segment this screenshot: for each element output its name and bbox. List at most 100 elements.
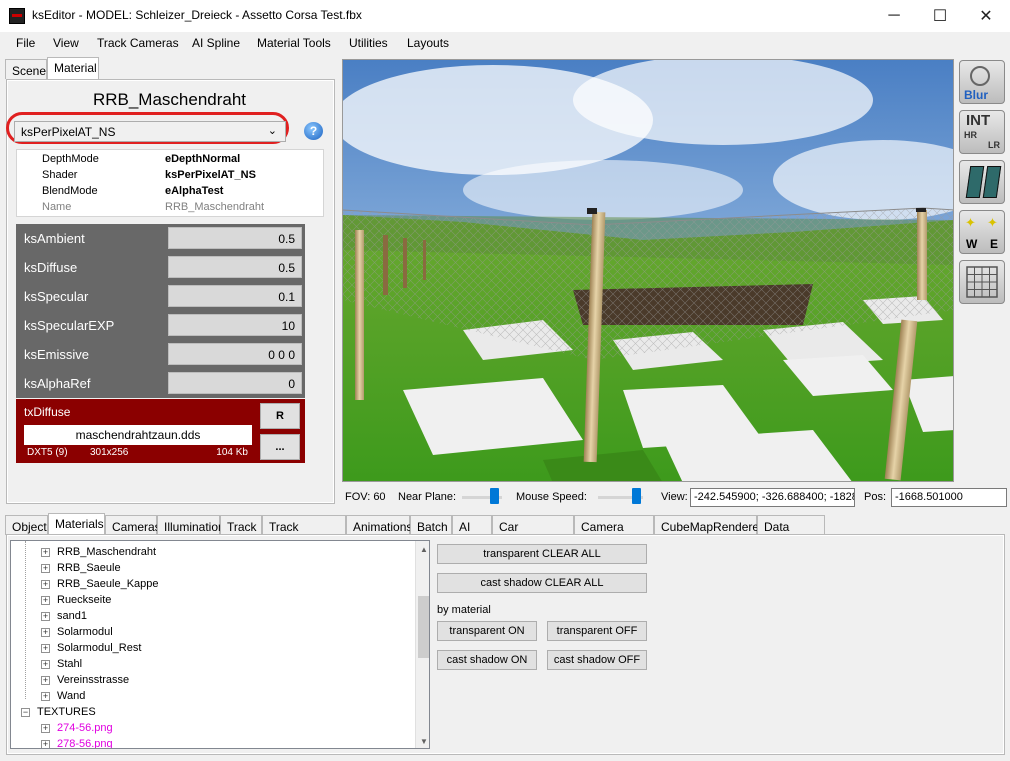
help-icon[interactable]: ? [304, 122, 323, 140]
tab-ai[interactable]: AI [452, 515, 492, 535]
expand-icon[interactable]: + [41, 596, 50, 605]
cast-shadow-on-button[interactable]: cast shadow ON [437, 650, 537, 670]
expand-icon[interactable]: + [41, 628, 50, 637]
texture-file-field[interactable]: maschendrahtzaun.dds [24, 425, 252, 445]
expand-icon[interactable]: + [41, 612, 50, 621]
tab-camera-spline[interactable]: Camera Spline [574, 515, 654, 548]
tab-data-scripts[interactable]: Data Scripts [757, 515, 825, 548]
scroll-down-icon[interactable]: ▼ [420, 737, 428, 746]
cast-shadow-clear-all-button[interactable]: cast shadow CLEAR ALL [437, 573, 647, 593]
property-value[interactable]: eAlphaTest [165, 185, 223, 197]
tab-cameras[interactable]: Cameras [105, 515, 161, 535]
scroll-up-icon[interactable]: ▲ [420, 545, 428, 554]
property-value[interactable]: ksPerPixelAT_NS [165, 169, 256, 181]
menu-view[interactable]: View [53, 36, 79, 50]
tab-track-cameras[interactable]: Track Cameras [262, 515, 346, 548]
expand-icon[interactable]: + [41, 644, 50, 653]
3d-viewport[interactable] [342, 59, 954, 482]
property-row: Shader ksPerPixelAT_NS [17, 168, 323, 184]
lights-toggle-button[interactable]: ✦ ✦ W E [959, 210, 1005, 254]
expand-icon[interactable]: + [41, 660, 50, 669]
menu-material-tools[interactable]: Material Tools [257, 36, 331, 50]
param-label: ksSpecular [24, 289, 89, 304]
menu-ai-spline[interactable]: AI Spline [192, 36, 240, 50]
tab-car-animations[interactable]: Car Animations [492, 515, 574, 548]
tab-cubemaprenderer[interactable]: CubeMapRenderer [654, 515, 763, 535]
tree-item-label: RRB_Saeule [57, 562, 121, 574]
tree-group-label: TEXTURES [37, 706, 96, 718]
expand-icon[interactable]: + [41, 564, 50, 573]
expand-icon[interactable]: + [41, 740, 50, 748]
tab-track[interactable]: Track [220, 515, 262, 535]
property-value[interactable]: eDepthNormal [165, 153, 240, 165]
param-value-input[interactable]: 0.5 [168, 227, 302, 249]
tab-object[interactable]: Object [5, 515, 48, 535]
tab-batch[interactable]: Batch [410, 515, 452, 535]
scroll-thumb[interactable] [418, 596, 429, 658]
minimize-button[interactable]: ─ [871, 0, 917, 31]
close-button[interactable]: ✕ [963, 0, 1009, 31]
transparent-clear-all-button[interactable]: transparent CLEAR ALL [437, 544, 647, 564]
blur-label: Blur [964, 88, 988, 102]
menu-utilities[interactable]: Utilities [349, 36, 388, 50]
tab-animations[interactable]: Animations [346, 515, 412, 535]
mouse-speed-slider[interactable] [598, 488, 643, 504]
near-plane-slider[interactable] [462, 488, 502, 504]
param-value-input[interactable]: 0.5 [168, 256, 302, 278]
menu-bar: File View Track Cameras AI Spline Materi… [0, 32, 1010, 54]
tree-item-label: Solarmodul_Rest [57, 642, 142, 654]
menu-layouts[interactable]: Layouts [407, 36, 449, 50]
expand-icon[interactable]: + [41, 676, 50, 685]
param-label: ksAlphaRef [24, 376, 91, 391]
chevron-down-icon: ⌄ [267, 125, 277, 137]
expand-icon[interactable]: + [41, 580, 50, 589]
param-value-input[interactable]: 10 [168, 314, 302, 336]
grid-toggle-button[interactable] [959, 260, 1005, 304]
param-value-input[interactable]: 0.1 [168, 285, 302, 307]
lr-label: LR [988, 140, 1000, 150]
blur-toggle-button[interactable]: Blur [959, 60, 1005, 104]
tree-item-label: Rueckseite [57, 594, 112, 606]
mouse-speed-label: Mouse Speed: [516, 491, 587, 503]
param-value-input[interactable]: 0 0 0 [168, 343, 302, 365]
texture-format: DXT5 (9) [27, 447, 68, 458]
expand-icon[interactable]: + [41, 548, 50, 557]
slider-thumb[interactable] [632, 488, 642, 504]
cast-shadow-off-button[interactable]: cast shadow OFF [547, 650, 647, 670]
w-label: W [966, 237, 978, 251]
wheel-icon [970, 66, 990, 86]
browse-texture-button[interactable]: ... [260, 434, 300, 460]
title-bar: ksEditor - MODEL: Schleizer_Dreieck - As… [0, 0, 1010, 32]
view-vector-field[interactable]: -242.545900; -326.688400; -1828 [690, 488, 855, 507]
param-row-ksdiffuse: ksDiffuse 0.5 [16, 253, 305, 282]
tree-item-label: Wand [57, 690, 86, 702]
transparent-off-button[interactable]: transparent OFF [547, 621, 647, 641]
int-toggle-button[interactable]: INT HR LR [959, 110, 1005, 154]
lightning-icon: ✦ [965, 215, 976, 230]
shader-dropdown[interactable]: ksPerPixelAT_NS ⌄ [14, 121, 286, 142]
menu-file[interactable]: File [16, 36, 35, 50]
param-row-ksspecular: ksSpecular 0.1 [16, 282, 305, 311]
reload-texture-button[interactable]: R [260, 403, 300, 429]
param-label: ksDiffuse [24, 260, 78, 275]
menu-track-cameras[interactable]: Track Cameras [97, 36, 179, 50]
collapse-icon[interactable]: − [21, 708, 30, 717]
tree-item-label: Solarmodul [57, 626, 113, 638]
window-title: ksEditor - MODEL: Schleizer_Dreieck - As… [32, 8, 362, 22]
position-field[interactable]: -1668.501000 [891, 488, 1007, 507]
param-value-input[interactable]: 0 [168, 372, 302, 394]
expand-icon[interactable]: + [41, 692, 50, 701]
tyres-toggle-button[interactable] [959, 160, 1005, 204]
tab-illumination[interactable]: Illumination [157, 515, 225, 535]
maximize-button[interactable]: ☐ [917, 0, 963, 31]
slider-thumb[interactable] [489, 488, 499, 504]
tree-scrollbar[interactable]: ▲ ▼ [415, 541, 429, 748]
tab-scene[interactable]: Scene [5, 59, 47, 79]
tab-materials[interactable]: Materials [48, 513, 105, 535]
material-tree[interactable]: + RRB_Maschendraht + RRB_Saeule + RRB_Sa… [10, 540, 430, 749]
tab-material[interactable]: Material [47, 57, 99, 79]
material-panel: RRB_Maschendraht ksPerPixelAT_NS ⌄ ? Dep… [6, 79, 335, 504]
transparent-on-button[interactable]: transparent ON [437, 621, 537, 641]
view-label: View: [661, 491, 688, 503]
expand-icon[interactable]: + [41, 724, 50, 733]
